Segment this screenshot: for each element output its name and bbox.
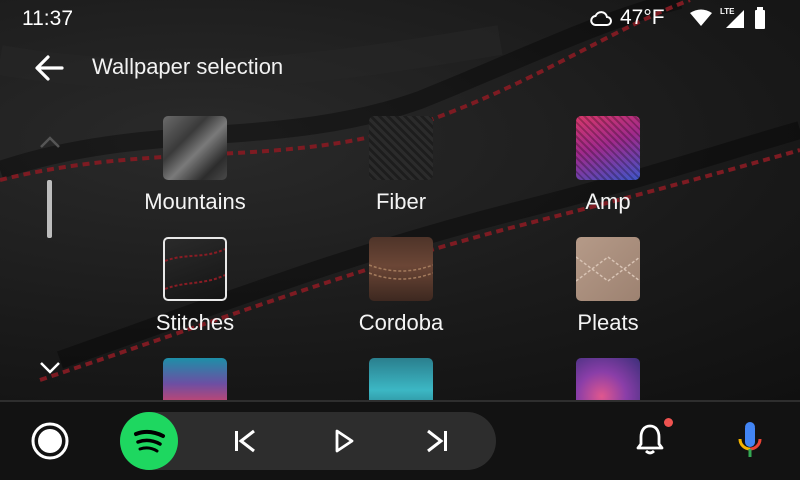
cloud-icon: [590, 11, 612, 26]
skip-previous-button[interactable]: [230, 426, 260, 456]
home-button[interactable]: [30, 421, 70, 461]
temperature: 47°F: [620, 6, 665, 29]
wallpaper-option-amp[interactable]: Amp: [508, 116, 708, 215]
wallpaper-option-cordoba[interactable]: Cordoba: [301, 237, 501, 336]
chevron-down-icon: [40, 362, 60, 374]
wallpaper-thumbnail: [163, 116, 227, 180]
wallpaper-label: Cordoba: [358, 310, 444, 335]
microphone-icon: [738, 422, 762, 457]
network-label: LTE: [720, 7, 735, 16]
lte-signal-icon: LTE: [720, 7, 744, 28]
voice-assistant-button[interactable]: [736, 420, 764, 460]
wifi-icon: [690, 9, 712, 26]
notifications-button[interactable]: [634, 422, 666, 456]
wallpaper-option-pleats[interactable]: Pleats: [508, 237, 708, 336]
page-title: Wallpaper selection: [92, 54, 284, 79]
wallpaper-thumbnail: [576, 116, 640, 180]
wallpaper-option-7[interactable]: [95, 358, 295, 400]
scroll-down-button[interactable]: [36, 356, 64, 378]
scroll-up-button[interactable]: [36, 132, 64, 154]
wallpaper-thumbnail-selected: [163, 237, 227, 301]
status-bar: 11:37 47°F LTE: [0, 0, 800, 36]
wallpaper-thumbnail: [369, 116, 433, 180]
notification-badge: [664, 418, 673, 427]
stitch-pattern: [165, 248, 225, 290]
wallpaper-label: Stitches: [155, 310, 235, 335]
scrollbar-thumb[interactable]: [47, 180, 52, 238]
pleat-pattern: [576, 256, 640, 282]
skip-previous-icon: [235, 429, 255, 453]
back-arrow-icon: [35, 55, 64, 81]
wallpaper-option-8[interactable]: [301, 358, 501, 400]
app-bar: Wallpaper selection: [0, 44, 800, 90]
wallpaper-option-stitches[interactable]: Stitches: [95, 237, 295, 336]
wallpaper-thumbnail: [576, 358, 640, 400]
wallpaper-option-mountains[interactable]: Mountains: [95, 116, 295, 215]
wallpaper-thumbnail: [369, 237, 433, 301]
wallpaper-option-9[interactable]: [508, 358, 708, 400]
stitch-pattern: [369, 264, 433, 280]
chevron-up-icon: [40, 136, 60, 148]
home-circle-icon: [31, 422, 69, 460]
play-button[interactable]: [328, 426, 358, 456]
wallpaper-label: Fiber: [375, 189, 427, 214]
weather: 47°F: [590, 6, 665, 30]
play-icon: [335, 429, 354, 453]
wallpaper-label: Mountains: [144, 189, 246, 214]
wallpaper-option-fiber[interactable]: Fiber: [301, 116, 501, 215]
wallpaper-thumbnail: [576, 237, 640, 301]
spotify-icon: [134, 429, 165, 453]
clock: 11:37: [22, 7, 73, 30]
skip-next-icon: [427, 429, 447, 453]
battery-icon: [755, 7, 765, 29]
skip-next-button[interactable]: [422, 426, 452, 456]
back-button[interactable]: [32, 52, 68, 84]
wallpaper-thumbnail: [163, 358, 227, 400]
wallpaper-label: Amp: [585, 189, 631, 214]
wallpaper-label: Pleats: [577, 310, 639, 335]
media-controls: [120, 412, 496, 470]
spotify-button[interactable]: [120, 412, 178, 470]
bell-icon: [636, 424, 664, 455]
wallpaper-thumbnail: [369, 358, 433, 400]
system-icons: LTE: [690, 6, 766, 30]
bottom-nav-bar: [0, 402, 800, 480]
